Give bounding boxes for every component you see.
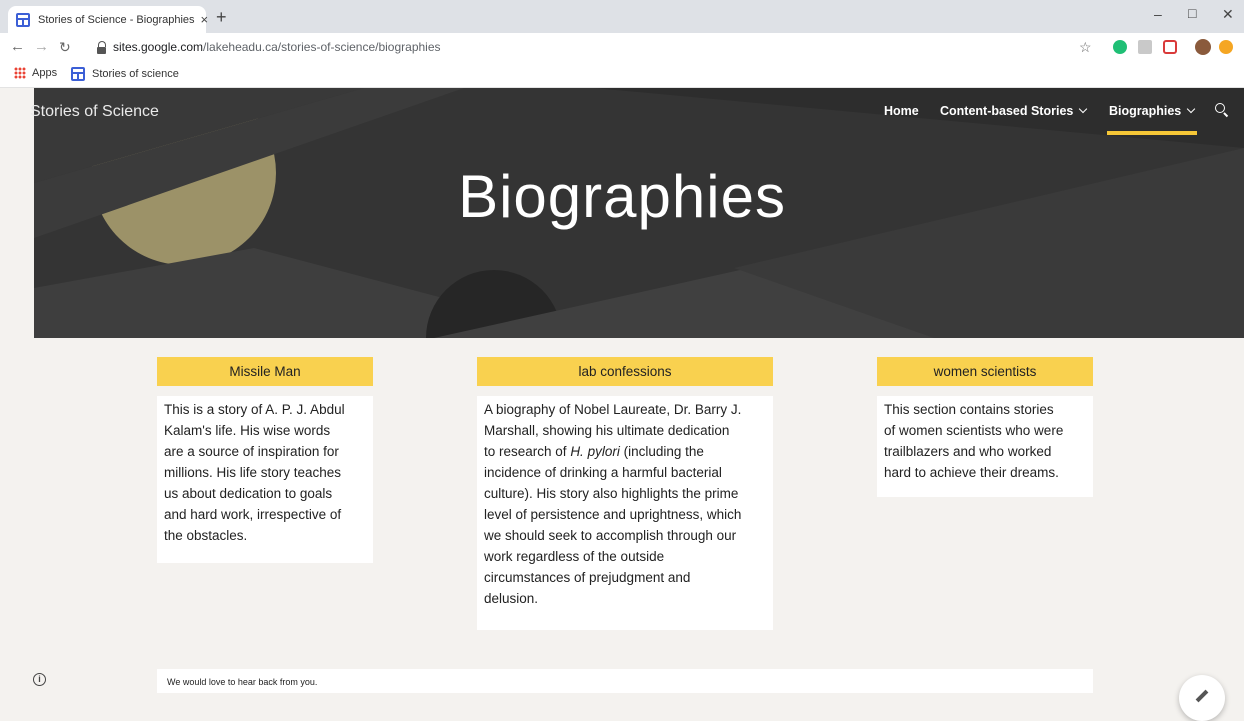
bookmark-label: Stories of science <box>92 68 179 80</box>
card-body-missile-man: This is a story of A. P. J. Abdul Kalam'… <box>157 396 373 563</box>
reload-icon[interactable]: ↻ <box>59 39 71 56</box>
card-text-line: circumstances of prejudgment and <box>484 570 691 585</box>
window-close-icon[interactable]: ✕ <box>1222 6 1234 23</box>
info-icon[interactable]: i <box>33 673 46 686</box>
close-icon[interactable]: × <box>201 12 209 27</box>
new-tab-button[interactable]: + <box>216 7 227 28</box>
nav-label: Content-based Stories <box>940 104 1074 118</box>
browser-tab-bar: Stories of Science - Biographies × + – □… <box>0 0 1244 33</box>
card-text-line: Kalam's life. His wise words <box>164 423 331 438</box>
tab-title: Stories of Science - Biographies <box>38 13 195 26</box>
bookmark-apps[interactable]: Apps <box>14 67 57 79</box>
star-icon[interactable]: ☆ <box>1079 39 1092 56</box>
card-text-line: are a source of inspiration for <box>164 444 339 459</box>
nav-active-indicator <box>1107 131 1197 135</box>
nav-biographies[interactable]: Biographies <box>1109 104 1196 118</box>
google-sites-icon <box>16 12 30 27</box>
card-text-segment: to research of <box>484 444 567 459</box>
card-text-segment: (including the <box>619 444 704 459</box>
chevron-down-icon <box>1187 104 1196 114</box>
card-text-line: A biography of Nobel Laureate, Dr. Barry… <box>484 402 742 417</box>
maximize-icon[interactable]: □ <box>1188 5 1196 21</box>
page-title: Biographies <box>458 163 786 230</box>
browser-tab[interactable]: Stories of Science - Biographies × <box>8 6 209 33</box>
card-body-lab-confessions: A biography of Nobel Laureate, Dr. Barry… <box>477 396 773 630</box>
edit-pencil-button[interactable] <box>1179 675 1225 721</box>
card-body-women-scientists: This section contains stories of women s… <box>877 396 1093 497</box>
search-icon[interactable] <box>1215 103 1225 113</box>
card-text-line: to research of H. pylori (including the <box>484 441 766 462</box>
update-icon[interactable] <box>1219 40 1233 54</box>
card-title-missile-man[interactable]: Missile Man <box>157 357 373 386</box>
google-sites-icon <box>71 67 85 81</box>
card-text-line: the obstacles. <box>164 528 248 543</box>
nav-home[interactable]: Home <box>884 104 919 118</box>
chevron-down-icon <box>1079 104 1088 114</box>
lock-icon <box>97 41 106 54</box>
url-field[interactable]: sites.google.com/lakeheadu.ca/stories-of… <box>113 40 441 54</box>
card-text-line: hard to achieve their dreams. <box>884 465 1059 480</box>
card-title-women-scientists[interactable]: women scientists <box>877 357 1093 386</box>
pocket-extension-icon[interactable] <box>1163 40 1177 54</box>
address-bar: ← → ↻ sites.google.com/lakeheadu.ca/stor… <box>0 33 1244 62</box>
site-title[interactable]: Stories of Science <box>30 103 159 121</box>
card-text-line: us about dedication to goals <box>164 486 333 501</box>
minimize-icon[interactable]: – <box>1154 6 1162 22</box>
forward-icon[interactable]: → <box>34 38 49 55</box>
card-text-line: level of persistence and uprightness, wh… <box>484 507 742 522</box>
card-text-line: and hard work, irrespective of <box>164 507 342 522</box>
apps-grid-icon <box>14 67 26 79</box>
card-text-line: This is a story of A. P. J. Abdul <box>164 402 345 417</box>
footer-message: We would love to hear back from you. <box>157 669 1093 693</box>
card-text-line: This section contains stories <box>884 402 1054 417</box>
nav-content-based-stories[interactable]: Content-based Stories <box>940 104 1088 118</box>
card-text-line: delusion. <box>484 591 539 606</box>
card-text-line: incidence of drinking a harmful bacteria… <box>484 465 722 480</box>
nav-label: Biographies <box>1109 104 1182 118</box>
card-text-line: Marshall, showing his ultimate dedicatio… <box>484 423 730 438</box>
url-host: sites.google.com <box>113 40 204 54</box>
avatar[interactable] <box>1195 39 1211 55</box>
grammarly-extension-icon[interactable] <box>1113 40 1127 54</box>
extension-icon[interactable] <box>1138 40 1152 54</box>
bookmark-label: Apps <box>32 67 58 79</box>
card-text-line: millions. His life story teaches <box>164 465 342 480</box>
card-text-line: trailblazers and who worked <box>884 444 1052 459</box>
card-text-line: work regardless of the outside <box>484 549 665 564</box>
bookmark-stories-of-science[interactable]: Stories of science <box>71 67 179 81</box>
card-title-lab-confessions[interactable]: lab confessions <box>477 357 773 386</box>
bookmarks-bar: Apps Stories of science <box>0 62 1244 88</box>
card-text-line: we should seek to accomplish through our <box>484 528 737 543</box>
url-path: /lakeheadu.ca/stories-of-science/biograp… <box>203 40 441 54</box>
card-text-line: of women scientists who were <box>884 423 1064 438</box>
card-text-italic: H. pylori <box>570 444 620 459</box>
card-text-line: culture). His story also highlights the … <box>484 486 739 501</box>
back-icon[interactable]: ← <box>10 38 25 55</box>
